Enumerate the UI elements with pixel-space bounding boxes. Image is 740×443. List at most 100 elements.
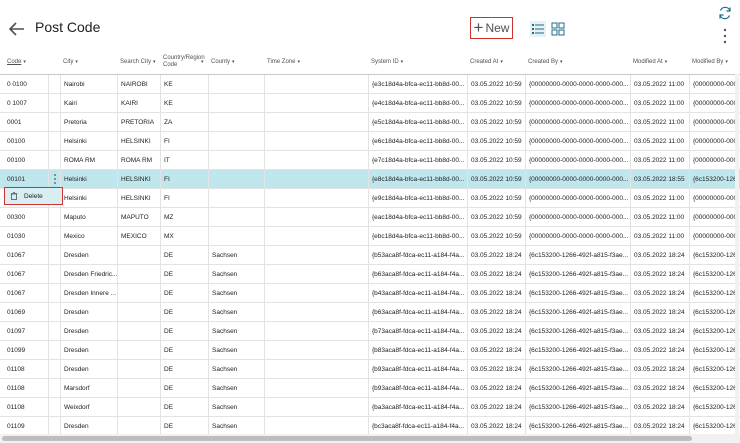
cell-modified-by[interactable]: {6c153200-126 xyxy=(689,379,740,397)
cell-code[interactable]: 01030 xyxy=(4,227,48,245)
cell-modified-by[interactable]: {00000000-000 xyxy=(689,227,740,245)
cell-created-at[interactable]: 03.05.2022 18:24 xyxy=(467,417,525,435)
cell-country[interactable]: FI xyxy=(160,132,208,150)
cell-city[interactable]: Marsdorf xyxy=(60,379,117,397)
cell-created-by[interactable]: {6c153200-1266-492f-a815-f3ae... xyxy=(525,265,630,283)
cell-search-city[interactable] xyxy=(117,341,160,359)
cell-modified-at[interactable]: 03.05.2022 18:24 xyxy=(630,284,689,302)
cell-city[interactable]: Weixdorf xyxy=(60,398,117,416)
cell-created-at[interactable]: 03.05.2022 10:59 xyxy=(467,227,525,245)
cell-search-city[interactable]: MAPUTO xyxy=(117,208,160,226)
cell-country[interactable]: DE xyxy=(160,322,208,340)
cell-created-at[interactable]: 03.05.2022 10:59 xyxy=(467,94,525,112)
cell-created-by[interactable]: {00000000-0000-0000-0000-000... xyxy=(525,75,630,93)
cell-modified-by[interactable]: {00000000-000 xyxy=(689,132,740,150)
cell-created-by[interactable]: {6c153200-1266-492f-a815-f3ae... xyxy=(525,398,630,416)
cell-search-city[interactable]: KAIRI xyxy=(117,94,160,112)
column-header-created-at[interactable]: Created At ▾ xyxy=(467,50,525,74)
cell-time-zone[interactable] xyxy=(264,379,368,397)
cell-city[interactable]: Helsinki xyxy=(60,170,117,188)
cell-county[interactable] xyxy=(208,208,264,226)
cell-modified-at[interactable]: 03.05.2022 11:00 xyxy=(630,113,689,131)
cell-system-id[interactable]: {b63aca8f-fdca-ec11-a184-f4a... xyxy=(368,303,467,321)
cell-city[interactable]: Maputo xyxy=(60,208,117,226)
cell-city[interactable]: Dresden xyxy=(60,417,117,435)
row-actions-cell[interactable] xyxy=(48,227,60,245)
cell-system-id[interactable]: {bc3aca8f-fdca-ec11-a184-f4a... xyxy=(368,417,467,435)
cell-modified-at[interactable]: 03.05.2022 18:24 xyxy=(630,379,689,397)
cell-created-at[interactable]: 03.05.2022 18:24 xyxy=(467,284,525,302)
cell-city[interactable]: Dresden xyxy=(60,303,117,321)
cell-search-city[interactable] xyxy=(117,322,160,340)
cell-created-by[interactable]: {6c153200-1266-492f-a815-f3ae... xyxy=(525,246,630,264)
cell-modified-by[interactable]: {6c153200-126 xyxy=(689,170,740,188)
cell-search-city[interactable]: NAIROBI xyxy=(117,75,160,93)
cell-country[interactable]: MX xyxy=(160,227,208,245)
back-arrow-icon[interactable] xyxy=(8,20,26,38)
cell-modified-at[interactable]: 03.05.2022 18:24 xyxy=(630,246,689,264)
cell-time-zone[interactable] xyxy=(264,265,368,283)
cell-county[interactable] xyxy=(208,132,264,150)
cell-modified-by[interactable]: {6c153200-126 xyxy=(689,417,740,435)
table-row[interactable]: Helsinki HELSINKI FI {e9c18d4a-bfca-ec11-bb… xyxy=(0,189,740,208)
cell-search-city[interactable]: HELSINKI xyxy=(117,189,160,207)
cell-system-id[interactable]: {e8c18d4a-bfca-ec11-bb8d-00... xyxy=(368,170,467,188)
cell-county[interactable]: Sachsen xyxy=(208,322,264,340)
cell-city[interactable]: Mexico xyxy=(60,227,117,245)
column-header-city[interactable]: City ▾ xyxy=(60,50,117,74)
cell-search-city[interactable] xyxy=(117,379,160,397)
cell-modified-at[interactable]: 03.05.2022 18:24 xyxy=(630,341,689,359)
row-actions-cell[interactable] xyxy=(48,322,60,340)
cell-time-zone[interactable] xyxy=(264,170,368,188)
cell-country[interactable]: FI xyxy=(160,189,208,207)
cell-code[interactable]: 00101 xyxy=(4,170,48,188)
column-header-modified-at[interactable]: Modified At ▾ xyxy=(630,50,689,74)
cell-county[interactable]: Sachsen xyxy=(208,417,264,435)
cell-created-at[interactable]: 03.05.2022 18:24 xyxy=(467,360,525,378)
cell-time-zone[interactable] xyxy=(264,151,368,169)
cell-modified-by[interactable]: {00000000-000 xyxy=(689,75,740,93)
cell-created-by[interactable]: {00000000-0000-0000-0000-000... xyxy=(525,132,630,150)
cell-system-id[interactable]: {e4c18d4a-bfca-ec11-bb8d-00... xyxy=(368,94,467,112)
cell-code[interactable]: 01099 xyxy=(4,341,48,359)
column-header-modified-by[interactable]: Modified By ▾ xyxy=(689,50,740,74)
cell-city[interactable]: Dresden Friedric... xyxy=(60,265,117,283)
cell-time-zone[interactable] xyxy=(264,341,368,359)
column-header-created-by[interactable]: Created By ▾ xyxy=(525,50,630,74)
cell-modified-at[interactable]: 03.05.2022 18:24 xyxy=(630,303,689,321)
row-actions-cell[interactable] xyxy=(48,246,60,264)
row-actions-cell[interactable] xyxy=(48,113,60,131)
row-actions-cell[interactable] xyxy=(48,132,60,150)
cell-created-by[interactable]: {6c153200-1266-492f-a815-f3ae... xyxy=(525,341,630,359)
column-header-country[interactable]: Country/Region Code ▾ xyxy=(160,50,208,74)
table-row[interactable]: 0 0100 Nairobi NAIROBI KE {e3c18d4a-bfca-ec1… xyxy=(0,75,740,94)
cell-time-zone[interactable] xyxy=(264,360,368,378)
cell-created-by[interactable]: {6c153200-1266-492f-a815-f3ae... xyxy=(525,303,630,321)
cell-time-zone[interactable] xyxy=(264,75,368,93)
cell-created-at[interactable]: 03.05.2022 10:59 xyxy=(467,170,525,188)
cell-search-city[interactable] xyxy=(117,284,160,302)
cell-time-zone[interactable] xyxy=(264,189,368,207)
cell-modified-by[interactable]: {6c153200-126 xyxy=(689,246,740,264)
list-view-icon[interactable] xyxy=(530,21,546,37)
cell-modified-at[interactable]: 03.05.2022 11:00 xyxy=(630,208,689,226)
cell-time-zone[interactable] xyxy=(264,303,368,321)
cell-search-city[interactable] xyxy=(117,246,160,264)
cell-code[interactable]: 01097 xyxy=(4,322,48,340)
cell-county[interactable] xyxy=(208,113,264,131)
cell-code[interactable]: 01069 xyxy=(4,303,48,321)
cell-search-city[interactable] xyxy=(117,417,160,435)
cell-created-by[interactable]: {00000000-0000-0000-0000-000... xyxy=(525,189,630,207)
table-row[interactable]: 01108 Weixdorf DE Sachsen {ba3aca8f-fdca-ec1… xyxy=(0,398,740,417)
cell-time-zone[interactable] xyxy=(264,246,368,264)
cell-system-id[interactable]: {b83aca8f-fdca-ec11-a184-f4a... xyxy=(368,341,467,359)
cell-created-at[interactable]: 03.05.2022 10:59 xyxy=(467,113,525,131)
table-row[interactable]: 0001 Pretoria PRETORIA ZA {e5c18d4a-bfca-ec1… xyxy=(0,113,740,132)
cell-modified-by[interactable]: {6c153200-126 xyxy=(689,398,740,416)
cell-county[interactable] xyxy=(208,151,264,169)
new-button[interactable]: + New xyxy=(470,17,513,39)
cell-code[interactable]: 0 1007 xyxy=(4,94,48,112)
cell-city[interactable]: Dresden xyxy=(60,341,117,359)
delete-menu-item[interactable]: Delete xyxy=(4,187,63,205)
row-more-icon[interactable] xyxy=(51,173,59,185)
